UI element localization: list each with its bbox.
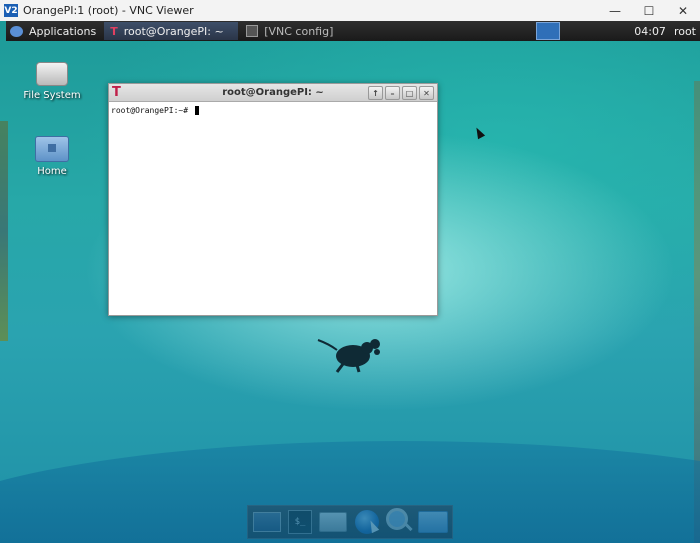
vnc-viewer-titlebar[interactable]: V2 OrangePI:1 (root) - VNC Viewer — ☐ ✕ bbox=[0, 0, 700, 22]
dock-item-search[interactable] bbox=[385, 508, 415, 535]
terminal-output[interactable]: root@OrangePI:~# bbox=[109, 102, 437, 119]
vnc-logo-icon: V2 bbox=[4, 4, 18, 17]
mouse-pointer-icon bbox=[472, 125, 486, 140]
search-icon bbox=[385, 508, 408, 530]
taskbar-item-label: [VNC config] bbox=[264, 24, 334, 38]
terminal-window-controls: ↑ – □ ✕ bbox=[366, 86, 434, 100]
file-manager-icon bbox=[418, 511, 449, 533]
text-cursor bbox=[194, 106, 199, 115]
roll-up-button[interactable]: ↑ bbox=[368, 86, 383, 100]
minimize-button[interactable]: — bbox=[598, 0, 632, 21]
vnc-window-controls: — ☐ ✕ bbox=[598, 0, 700, 21]
applications-menu-button[interactable]: Applications bbox=[6, 21, 102, 41]
terminal-titlebar[interactable]: T root@OrangePI: ~ ↑ – □ ✕ bbox=[109, 84, 437, 102]
terminal-icon: $_ bbox=[287, 510, 312, 534]
desktop-icon-file-system[interactable]: File System bbox=[20, 62, 84, 101]
dock-item-terminal[interactable]: $_ bbox=[285, 509, 315, 535]
background-edge-left bbox=[0, 121, 8, 341]
bottom-dock: $_ bbox=[247, 505, 453, 539]
remote-desktop[interactable]: Applications T root@OrangePI: ~ [VNC con… bbox=[0, 21, 700, 543]
dock-item-show-desktop[interactable] bbox=[252, 509, 282, 535]
panel-user[interactable]: root bbox=[674, 25, 696, 38]
taskbar-item-terminal[interactable]: T root@OrangePI: ~ bbox=[104, 22, 239, 40]
window-icon bbox=[246, 25, 259, 37]
drive-icon bbox=[36, 62, 68, 86]
dock-item-web-browser[interactable] bbox=[352, 509, 382, 535]
home-folder-icon bbox=[319, 512, 348, 532]
terminal-app-icon: T bbox=[110, 24, 118, 38]
minimize-button[interactable]: – bbox=[385, 86, 400, 100]
workspace-switcher[interactable] bbox=[536, 22, 561, 40]
dock-item-home[interactable] bbox=[318, 509, 348, 535]
maximize-button[interactable]: □ bbox=[402, 86, 417, 100]
home-folder-icon bbox=[35, 136, 69, 162]
terminal-app-icon[interactable]: T bbox=[112, 85, 121, 100]
close-button[interactable]: ✕ bbox=[666, 0, 700, 21]
terminal-window[interactable]: T root@OrangePI: ~ ↑ – □ ✕ root@OrangePI… bbox=[108, 83, 438, 316]
desktop-icon-home[interactable]: Home bbox=[20, 136, 84, 177]
background-edge-right bbox=[694, 81, 700, 543]
vnc-window-title: OrangePI:1 (root) - VNC Viewer bbox=[23, 4, 194, 17]
web-browser-icon bbox=[354, 510, 379, 534]
panel-clock[interactable]: 04:07 bbox=[634, 25, 666, 38]
xfce-top-panel: Applications T root@OrangePI: ~ [VNC con… bbox=[6, 21, 700, 41]
terminal-title: root@OrangePI: ~ bbox=[222, 87, 324, 98]
applications-label: Applications bbox=[29, 24, 97, 38]
show-desktop-icon bbox=[252, 512, 281, 532]
dock-item-file-manager[interactable] bbox=[418, 509, 449, 535]
xfce-logo-icon bbox=[10, 25, 23, 37]
desktop-icon-label: Home bbox=[37, 166, 67, 177]
xfce-mouse-logo-icon bbox=[317, 339, 380, 373]
taskbar-item-label: root@OrangePI: ~ bbox=[123, 24, 224, 38]
desktop-icon-label: File System bbox=[23, 90, 81, 101]
shell-prompt: root@OrangePI:~# bbox=[111, 106, 193, 115]
maximize-button[interactable]: ☐ bbox=[632, 0, 666, 21]
taskbar-item-vnc-config[interactable]: [VNC config] bbox=[240, 22, 432, 40]
close-button[interactable]: ✕ bbox=[419, 86, 434, 100]
